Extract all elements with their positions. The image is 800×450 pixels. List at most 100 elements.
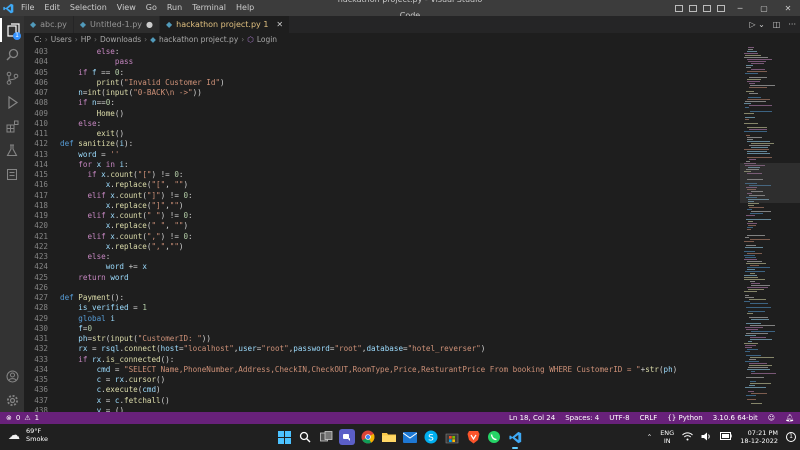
unsaved-dot-icon[interactable]: ●	[146, 20, 153, 29]
indentation[interactable]: Spaces: 4	[565, 414, 599, 422]
breadcrumb-item[interactable]: hackathon project.py	[159, 35, 238, 44]
tab-untitled-1[interactable]: ◆ Untitled-1.py ●	[73, 16, 161, 33]
search-icon[interactable]	[0, 42, 24, 66]
code-line[interactable]: 413 word = ''	[24, 150, 740, 161]
accounts-icon[interactable]	[0, 364, 24, 388]
menu-item-go[interactable]: Go	[141, 0, 162, 16]
toggle-panel-icon[interactable]	[686, 0, 700, 16]
volume-icon[interactable]	[701, 432, 712, 443]
code-line[interactable]: 406 print("Invalid Customer Id")	[24, 78, 740, 89]
feedback-icon[interactable]: ☺	[768, 414, 775, 422]
code-line[interactable]: 421 elif x.count(",") != 0:	[24, 232, 740, 243]
menu-item-terminal[interactable]: Terminal	[187, 0, 231, 16]
run-debug-icon[interactable]	[0, 90, 24, 114]
code-line[interactable]: 418 x.replace("]","")	[24, 201, 740, 212]
show-hidden-icons-chevron-up-icon[interactable]: ⌃	[647, 433, 652, 441]
breadcrumb-item[interactable]: HP	[81, 35, 91, 44]
close-tab-icon[interactable]: ✕	[276, 20, 283, 29]
close-window-button[interactable]: ✕	[776, 0, 800, 16]
mail-icon[interactable]	[402, 429, 418, 445]
split-editor-icon[interactable]: ◫	[773, 20, 781, 29]
windows-start-icon[interactable]	[276, 429, 292, 445]
breadcrumb-item[interactable]: Downloads	[100, 35, 141, 44]
code-line[interactable]: 403 else:	[24, 47, 740, 58]
code-line[interactable]: 415 if x.count("[") != 0:	[24, 170, 740, 181]
breadcrumb-item[interactable]: Users	[51, 35, 72, 44]
python-interpreter[interactable]: 3.10.6 64-bit	[713, 414, 758, 422]
menu-item-help[interactable]: Help	[231, 0, 259, 16]
encoding[interactable]: UTF-8	[609, 414, 629, 422]
code-line[interactable]: 414 for x in i:	[24, 160, 740, 171]
code-line[interactable]: 432 rx = rsql.connect(host="localhost",u…	[24, 344, 740, 355]
code-line[interactable]: 425 return word	[24, 273, 740, 284]
code-line[interactable]: 412 def sanitize(i):	[24, 139, 740, 150]
code-line[interactable]: 404 pass	[24, 57, 740, 68]
code-line[interactable]: 405 if f == 0:	[24, 68, 740, 79]
brave-browser-icon[interactable]	[465, 429, 481, 445]
code-line[interactable]: 411 exit()	[24, 129, 740, 140]
breadcrumb-item[interactable]: Login	[257, 35, 277, 44]
menu-item-selection[interactable]: Selection	[65, 0, 112, 16]
code-line[interactable]: 419 elif x.count(" ") != 0:	[24, 211, 740, 222]
remote-explorer-icon[interactable]	[0, 162, 24, 186]
code-line[interactable]: 430 f=0	[24, 324, 740, 335]
menu-item-edit[interactable]: Edit	[39, 0, 65, 16]
breadcrumb-item[interactable]: C:	[34, 35, 42, 44]
code-line[interactable]: 426	[24, 283, 740, 294]
search-taskbar-icon[interactable]	[297, 429, 313, 445]
weather-widget[interactable]: ☁ 69°F Smoke	[6, 427, 48, 443]
code-line[interactable]: 422 x.replace(",","")	[24, 242, 740, 253]
more-actions-icon[interactable]: ···	[788, 20, 796, 29]
microsoft-store-icon[interactable]	[444, 429, 460, 445]
code-line[interactable]: 423 else:	[24, 252, 740, 263]
tab-abc-py[interactable]: ◆ abc.py	[24, 16, 74, 33]
menu-item-file[interactable]: File	[16, 0, 39, 16]
customize-layout-icon[interactable]	[714, 0, 728, 16]
run-file-icon[interactable]: ▷ ⌄	[749, 20, 764, 29]
menu-item-view[interactable]: View	[112, 0, 141, 16]
code-line[interactable]: 408 if n==0:	[24, 98, 740, 109]
explorer-icon[interactable]: 1	[0, 18, 24, 42]
notifications-bell-icon[interactable]: 🔔︎	[785, 414, 794, 422]
code-line[interactable]: 407 n=int(input("0-BACK\n ->"))	[24, 88, 740, 99]
code-line[interactable]: 433 if rx.is_connected():	[24, 355, 740, 366]
testing-icon[interactable]	[0, 138, 24, 162]
menu-item-run[interactable]: Run	[162, 0, 187, 16]
code-line[interactable]: 420 x.replace(" ", "")	[24, 221, 740, 232]
manage-gear-icon[interactable]	[0, 388, 24, 412]
teams-chat-icon[interactable]	[339, 429, 355, 445]
toggle-sidebar-icon[interactable]	[672, 0, 686, 16]
chrome-icon[interactable]	[360, 429, 376, 445]
code-line[interactable]: 410 else:	[24, 119, 740, 130]
extensions-icon[interactable]	[0, 114, 24, 138]
line-ending[interactable]: CRLF	[640, 414, 658, 422]
vscode-taskbar-icon[interactable]	[507, 429, 523, 449]
notification-center-icon[interactable]: 1	[786, 432, 796, 442]
minimize-button[interactable]: ─	[728, 0, 752, 16]
maximize-button[interactable]: ▢	[752, 0, 776, 16]
code-line[interactable]: 427 def Payment():	[24, 293, 740, 304]
minimap[interactable]	[740, 45, 800, 412]
code-line[interactable]: 416 x.replace("[", "")	[24, 180, 740, 191]
toggle-secondary-sidebar-icon[interactable]	[700, 0, 714, 16]
wifi-icon[interactable]	[682, 431, 694, 443]
language-mode[interactable]: {} Python	[667, 414, 702, 422]
code-line[interactable]: 429 global i	[24, 314, 740, 325]
code-line[interactable]: 417 elif x.count("]") != 0:	[24, 191, 740, 202]
whatsapp-icon[interactable]	[486, 429, 502, 445]
battery-icon[interactable]	[720, 432, 732, 442]
problems-indicator[interactable]: ⊗ 0 ⚠ 1	[6, 412, 39, 424]
skype-icon[interactable]: S	[423, 429, 439, 445]
code-line[interactable]: 409 Home()	[24, 109, 740, 120]
source-control-icon[interactable]	[0, 66, 24, 90]
code-line[interactable]: 428 is_verified = 1	[24, 303, 740, 314]
file-explorer-icon[interactable]	[381, 429, 397, 445]
code-line[interactable]: 435 c = rx.cursor()	[24, 375, 740, 386]
code-line[interactable]: 431 ph=str(input("CustomerID: "))	[24, 334, 740, 345]
code-line[interactable]: 436 c.execute(cmd)	[24, 385, 740, 396]
code-line[interactable]: 424 word += x	[24, 262, 740, 273]
input-language[interactable]: ENG IN	[660, 429, 674, 445]
task-view-icon[interactable]	[318, 429, 334, 445]
cursor-position[interactable]: Ln 18, Col 24	[509, 414, 555, 422]
code-line[interactable]: 434 cmd = "SELECT Name,PhoneNumber,Addre…	[24, 365, 740, 376]
